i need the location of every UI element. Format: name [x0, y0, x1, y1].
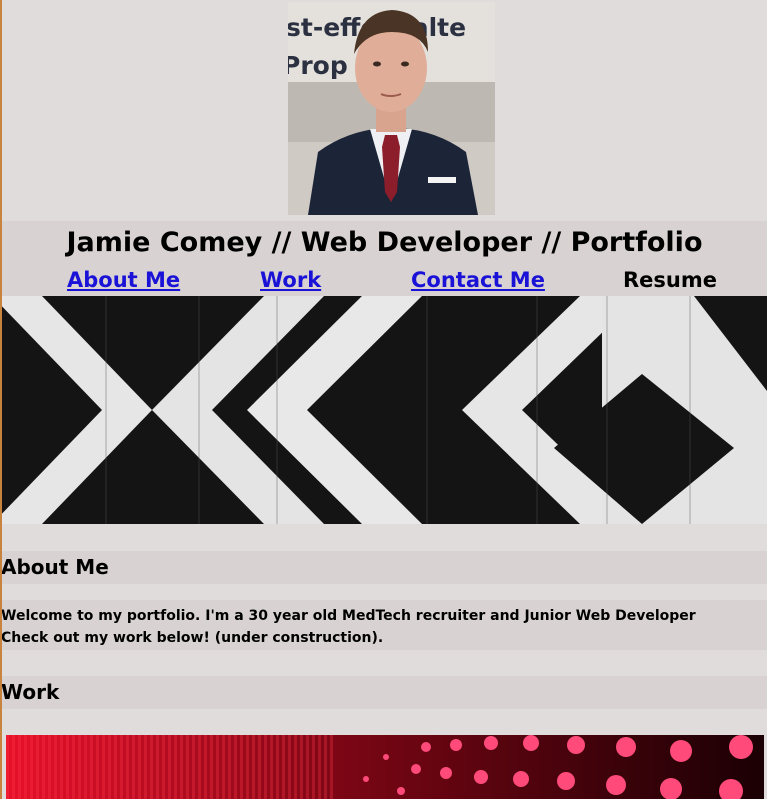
page-left-edge [0, 0, 2, 799]
red-led-dots-icon [6, 735, 764, 799]
about-text: Welcome to my portfolio. I'm a 30 year o… [1, 608, 696, 646]
work-heading: Work [1, 680, 60, 704]
main-nav: About Me Work Contact Me Resume [2, 263, 767, 296]
portfolio-page: st-effe e alte Prop ecur Jamie Comey [0, 0, 767, 799]
about-heading: About Me [1, 555, 109, 579]
page-title: Jamie Comey // Web Developer // Portfoli… [66, 227, 703, 258]
about-section-header: About Me [0, 551, 767, 584]
nav-link-contact-me[interactable]: Contact Me [411, 267, 545, 293]
hero-banner [2, 296, 767, 524]
title-band: Jamie Comey // Web Developer // Portfoli… [2, 221, 767, 263]
work-project-thumbnail[interactable] [6, 735, 764, 799]
chevron-banner-icon [2, 296, 767, 524]
about-section: Welcome to my portfolio. I'm a 30 year o… [0, 600, 767, 650]
portrait-image: st-effe e alte Prop ecur [288, 2, 495, 215]
nav-link-work[interactable]: Work [260, 267, 321, 293]
nav-link-about-me[interactable]: About Me [67, 267, 180, 293]
work-section-header: Work [0, 676, 767, 709]
nav-item-resume: Resume [623, 268, 717, 292]
profile-portrait: st-effe e alte Prop ecur [288, 2, 495, 215]
